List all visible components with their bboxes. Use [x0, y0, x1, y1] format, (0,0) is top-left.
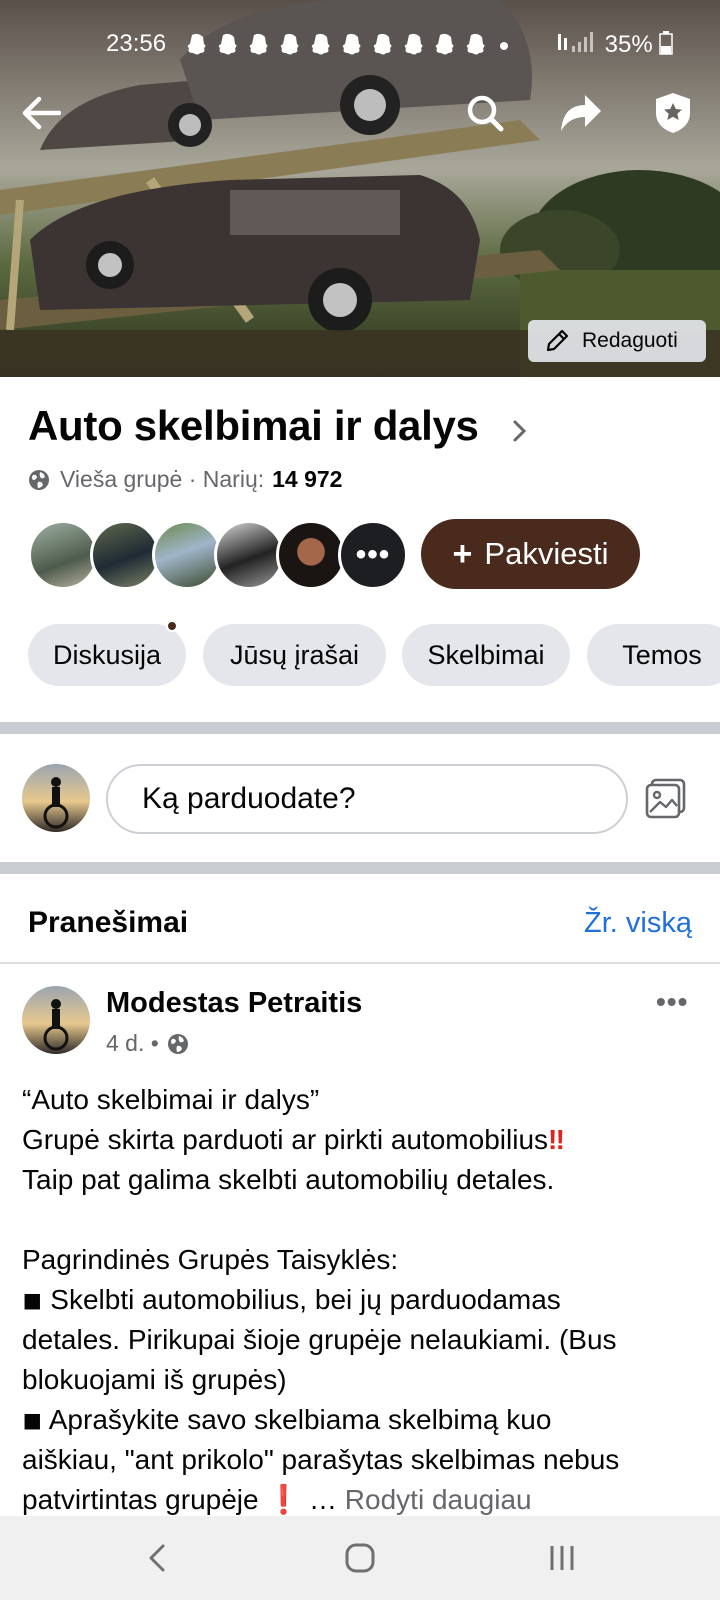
post-options-button[interactable]: ••• — [656, 986, 688, 1018]
section-divider — [0, 722, 720, 734]
new-activity-dot — [166, 620, 178, 632]
nav-recents-button[interactable] — [538, 1534, 586, 1582]
post-line-blank — [22, 1200, 712, 1240]
post-line: Grupė skirta parduoti ar pirkti automobi… — [22, 1120, 712, 1160]
member-avatar[interactable] — [152, 520, 222, 590]
tab-label: Skelbimai — [427, 639, 545, 670]
tab-topics[interactable]: Temos — [587, 624, 720, 686]
composer-placeholder: Ką parduodate? — [142, 782, 356, 815]
admin-tools-button[interactable] — [648, 88, 698, 138]
post-body: “Auto skelbimai ir dalys” Grupė skirta p… — [22, 1080, 712, 1520]
exclamation-icon: ❗ — [266, 1484, 302, 1515]
show-more-link[interactable]: Rodyti daugiau — [345, 1484, 532, 1515]
edit-cover-button[interactable]: Redaguoti — [528, 320, 706, 362]
cover-photo: 23:56 35% Redaguoti — [0, 0, 720, 377]
tab-listings[interactable]: Skelbimai — [402, 624, 570, 686]
author-avatar-image — [22, 986, 90, 1054]
pencil-icon — [546, 329, 569, 352]
tab-label: Jūsų įrašai — [229, 639, 360, 670]
tab-label: Temos — [622, 639, 702, 670]
member-avatar[interactable] — [90, 520, 160, 590]
status-right: 35% — [558, 30, 674, 59]
section-rule — [0, 962, 720, 964]
nav-back-button[interactable] — [134, 1534, 182, 1582]
ellipsis: … — [309, 1484, 338, 1515]
share-button[interactable] — [556, 88, 606, 138]
sell-composer-input[interactable]: Ką parduodate? — [106, 764, 628, 834]
post-author-avatar[interactable] — [22, 986, 90, 1054]
post-line: ◾ Aprašykite savo skelbiama skelbimą kuo — [22, 1404, 552, 1435]
battery-icon — [659, 31, 674, 55]
member-avatar[interactable] — [214, 520, 284, 590]
group-tabs: Diskusija Jūsų įrašai Skelbimai Temos — [28, 620, 720, 686]
nav-home-button[interactable] — [336, 1534, 384, 1582]
member-avatar[interactable] — [276, 520, 346, 590]
add-photo-button[interactable] — [644, 776, 688, 825]
see-all-link[interactable]: Žr. viską — [584, 907, 692, 940]
edit-cover-label: Redaguoti — [582, 329, 678, 352]
search-icon — [467, 95, 504, 132]
post-line: detales. Pirikupai šioje grupėje nelauki… — [22, 1324, 617, 1355]
double-exclamation-icon: ‼ — [548, 1124, 565, 1155]
tab-discussion[interactable]: Diskusija — [28, 624, 186, 686]
globe-icon — [29, 469, 49, 490]
member-avatar[interactable] — [28, 520, 98, 590]
nav-back-icon — [149, 1544, 165, 1572]
shield-star-icon — [656, 93, 690, 133]
system-nav-bar — [0, 1516, 720, 1600]
post-meta: 4 d. • — [106, 1030, 189, 1057]
group-privacy: Vieša grupė · Narių: — [60, 466, 265, 492]
post-line: “Auto skelbimai ir dalys” — [22, 1084, 320, 1115]
snapchat-icon — [187, 33, 508, 55]
nav-home-icon — [345, 1543, 375, 1573]
user-avatar[interactable] — [22, 764, 90, 832]
photo-icon — [645, 778, 686, 819]
member-count: 14 972 — [272, 466, 343, 492]
more-members-button[interactable]: ••• — [338, 520, 408, 590]
post-line: ◾ Skelbti automobilius, bei jų parduodam… — [22, 1284, 561, 1315]
plus-icon: + — [452, 534, 473, 573]
post-line: blokuojami iš grupės) — [22, 1364, 287, 1395]
search-button[interactable] — [460, 88, 510, 138]
post-line-text: patvirtintas grupėje — [22, 1484, 267, 1515]
signal-icon — [558, 32, 593, 52]
post-line: aiškiau, "ant prikolo" parašytas skelbim… — [22, 1444, 620, 1475]
post-line: Pagrindinės Grupės Taisyklės: — [22, 1244, 399, 1275]
post-author-name[interactable]: Modestas Petraitis — [106, 987, 362, 1020]
share-icon — [561, 95, 601, 131]
invite-button[interactable]: + Pakviesti — [421, 519, 640, 589]
globe-icon — [167, 1033, 188, 1054]
post-line-text: Grupė skirta parduoti ar pirkti automobi… — [22, 1124, 549, 1155]
nav-recents-icon — [550, 1546, 574, 1570]
status-bar: 23:56 35% — [0, 28, 720, 62]
notification-icons — [182, 32, 512, 64]
post-line: Taip pat galima skelbti automobilių deta… — [22, 1164, 555, 1195]
user-avatar-image — [22, 764, 90, 832]
section-divider — [0, 862, 720, 874]
battery-percent: 35% — [604, 31, 653, 58]
post-line: patvirtintas grupėje ❗ … Rodyti daugiau — [22, 1480, 712, 1520]
invite-label: Pakviesti — [484, 536, 609, 571]
chevron-right-icon[interactable] — [512, 418, 528, 444]
back-button[interactable] — [16, 88, 66, 138]
group-name[interactable]: Auto skelbimai ir dalys — [28, 402, 479, 450]
group-meta: Vieša grupė · Narių: 14 972 — [28, 466, 342, 493]
tab-your-posts[interactable]: Jūsų įrašai — [203, 624, 386, 686]
back-arrow-icon — [22, 96, 61, 130]
tab-label: Diskusija — [52, 639, 162, 670]
announcements-heading: Pranešimai — [28, 906, 189, 939]
status-time: 23:56 — [106, 30, 167, 57]
more-dots-icon: ••• — [355, 538, 391, 571]
post-time[interactable]: 4 d. • — [106, 1030, 159, 1057]
